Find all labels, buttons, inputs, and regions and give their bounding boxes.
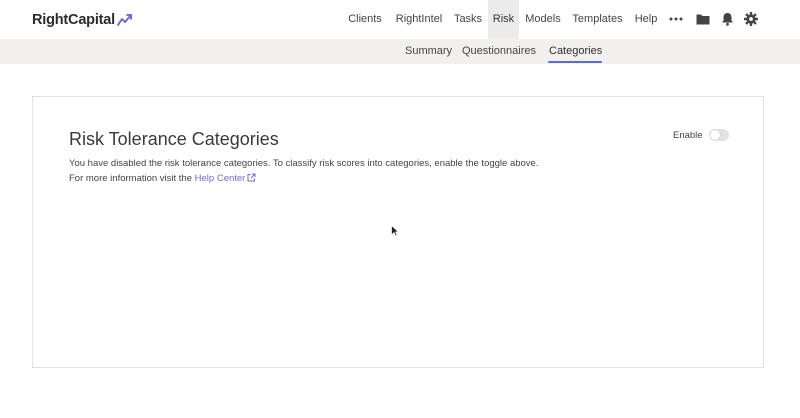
external-link-icon xyxy=(247,173,256,182)
help-center-link[interactable]: Help Center xyxy=(195,173,257,184)
folder-icon[interactable] xyxy=(695,11,711,27)
logo[interactable]: RightCapital xyxy=(32,10,133,30)
nav-item-clients[interactable]: Clients xyxy=(341,0,389,39)
nav-item-tasks[interactable]: Tasks xyxy=(449,0,487,39)
description-line-1: You have disabled the risk tolerance cat… xyxy=(69,158,539,169)
top-navigation-bar: RightCapital Clients RightIntel Tasks Ri… xyxy=(0,0,800,39)
nav-item-risk[interactable]: Risk xyxy=(488,0,519,39)
nav-item-templates[interactable]: Templates xyxy=(568,0,627,39)
enable-label: Enable xyxy=(673,129,703,141)
card-description: You have disabled the risk tolerance cat… xyxy=(69,156,538,186)
tab-questionnaires[interactable]: Questionnaires xyxy=(462,39,536,64)
tab-summary[interactable]: Summary xyxy=(405,39,452,64)
help-center-link-text: Help Center xyxy=(194,173,246,184)
sub-navigation-bar: Summary Questionnaires Categories xyxy=(0,39,800,64)
toggle-knob xyxy=(709,130,720,140)
enable-toggle[interactable] xyxy=(708,129,729,141)
description-line-2-prefix: For more information visit the xyxy=(69,173,195,184)
nav-item-help[interactable]: Help xyxy=(630,0,662,39)
description-line-2: For more information visit the Help Cent… xyxy=(69,171,538,186)
logo-text: RightCapital xyxy=(32,12,115,28)
nav-item-models[interactable]: Models xyxy=(521,0,565,39)
gear-icon[interactable] xyxy=(743,11,759,27)
page-title: Risk Tolerance Categories xyxy=(69,129,279,149)
more-icon[interactable] xyxy=(668,11,684,27)
active-tab-indicator xyxy=(548,61,602,63)
enable-toggle-group: Enable xyxy=(673,129,729,141)
logo-mark-icon xyxy=(117,14,132,26)
bell-icon[interactable] xyxy=(719,11,735,27)
mouse-cursor-icon xyxy=(391,225,399,237)
nav-item-rightintel[interactable]: RightIntel xyxy=(391,0,447,39)
